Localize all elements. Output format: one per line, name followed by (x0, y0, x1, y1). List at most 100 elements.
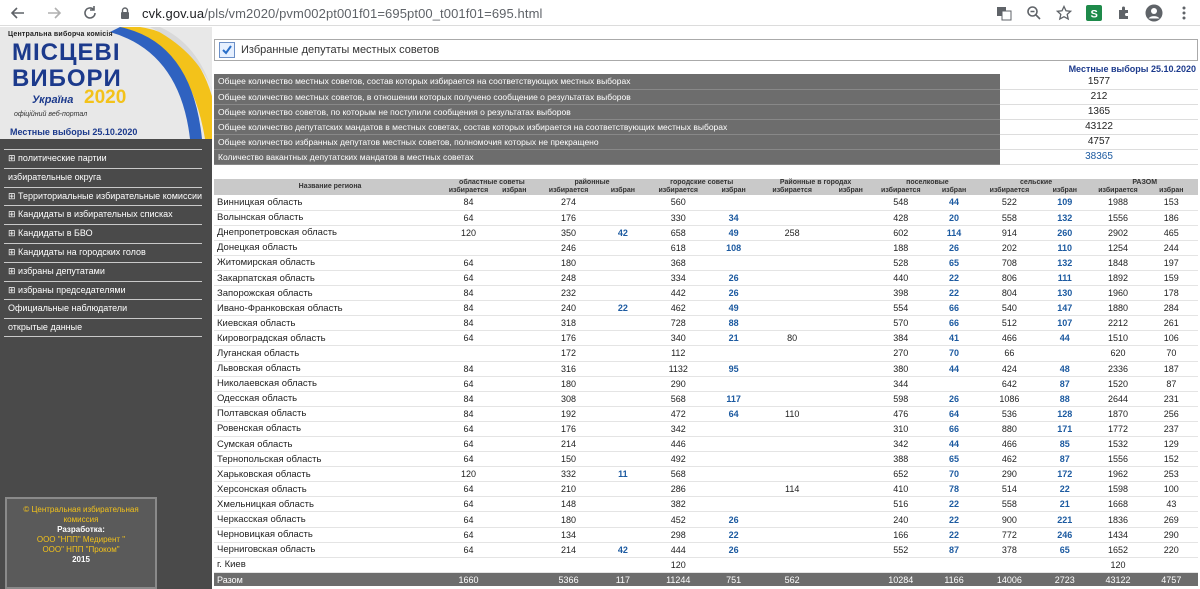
summary-row: Общее количество депутатских мандатов в … (214, 119, 1198, 135)
side-menu-item[interactable]: ⊞ избраны председателями (4, 280, 202, 300)
table-cell (710, 376, 758, 392)
extensions-puzzle-icon[interactable] (1112, 2, 1136, 24)
table-cell: 540 (980, 300, 1039, 317)
table-cell: 340 (646, 330, 711, 347)
table-cell: 22 (927, 527, 981, 543)
summary-label: Общее количество местных советов, в отно… (214, 89, 1000, 105)
total-label: Разом (214, 572, 447, 587)
table-cell (757, 285, 828, 302)
table-cell: 528 (874, 255, 928, 271)
side-menu-item[interactable]: ⊞ Территориальные избирательные комиссии (4, 186, 202, 206)
table-cell (757, 345, 828, 362)
region-name: Черниговская область (214, 542, 447, 558)
table-cell: 214 (537, 542, 600, 558)
sub-header: избирается (537, 187, 600, 195)
table-row: Львовская область 84 316 1132 95 380 44 424 48 23… (214, 361, 1198, 377)
table-cell: 598 (874, 391, 928, 407)
sub-header: избран (490, 187, 538, 195)
side-menu-item[interactable]: ⊞ избраны депутатами (4, 261, 202, 281)
side-menu-item[interactable]: ⊞ Кандидаты на городских голов (4, 242, 202, 262)
table-cell (710, 436, 758, 453)
table-cell: 64 (710, 406, 758, 422)
table-cell: 188 (874, 240, 928, 256)
table-cell (827, 345, 875, 362)
table-cell: 109 (1038, 195, 1092, 211)
table-cell: 444 (646, 542, 711, 558)
table-row: Черкасская область 64 180 452 26 240 22 900 221 1… (214, 511, 1198, 528)
zoom-icon[interactable] (1022, 2, 1046, 24)
summary-value: 1365 (1000, 104, 1198, 120)
logo-year: 2020 (84, 87, 127, 108)
table-cell: 2212 (1091, 315, 1145, 332)
table-row: Ровенская область 64 176 342 310 66 880 171 1772… (214, 421, 1198, 438)
total-row: Разом 1660 5366 117 11244 751 562 10284 1166 1400… (214, 572, 1198, 587)
table-cell: 21 (710, 330, 758, 347)
table-cell: 286 (646, 481, 711, 498)
side-menu-item[interactable]: избирательные округа (4, 167, 202, 187)
table-cell (710, 496, 758, 513)
table-cell: 1960 (1091, 285, 1145, 302)
extension-s-icon[interactable]: S (1082, 2, 1106, 24)
table-cell: 465 (1144, 225, 1198, 241)
table-cell: 64 (446, 451, 491, 468)
table-cell: 112 (646, 345, 711, 362)
table-cell (1038, 557, 1092, 573)
table-cell (757, 255, 828, 271)
table-cell: 192 (537, 406, 600, 422)
reload-icon[interactable] (78, 1, 102, 25)
table-cell (490, 361, 538, 377)
side-menu-item[interactable]: открытые данные (4, 318, 202, 337)
table-cell: 148 (537, 496, 600, 513)
side-menu-item[interactable]: ⊞ политические партии (4, 149, 202, 168)
table-row: Херсонская область 64 210 286 114 410 78 514 22 1… (214, 481, 1198, 498)
table-cell: 114 (757, 481, 828, 498)
table-cell (710, 557, 758, 573)
table-cell: 240 (537, 300, 600, 317)
table-cell: 22 (710, 527, 758, 543)
table-cell: 65 (927, 451, 981, 468)
table-cell: 64 (446, 255, 491, 271)
profile-avatar-icon[interactable] (1142, 2, 1166, 24)
table-row: Сумская область 64 214 446 342 44 466 85 1532 129 (214, 436, 1198, 453)
table-cell: 1598 (1091, 481, 1145, 498)
address-bar[interactable]: cvk.gov.ua/pls/vm2020/pvm002pt001f01=695… (118, 2, 1088, 24)
table-cell: 120 (1091, 557, 1145, 573)
table-cell: 64 (446, 527, 491, 543)
table-cell: 290 (646, 376, 711, 392)
table-cell (827, 376, 875, 392)
table-cell (874, 557, 928, 573)
table-cell (1144, 557, 1198, 573)
summary-table: Общее количество местных советов, состав… (214, 74, 1198, 165)
table-cell: 26 (710, 270, 758, 287)
side-menu-item[interactable]: ⊞ Кандидаты в избирательных списках (4, 205, 202, 224)
election-date-label: Местные выборы 25.10.2020 (1068, 64, 1196, 74)
back-icon[interactable] (6, 1, 30, 25)
bookmark-star-icon[interactable] (1052, 2, 1076, 24)
forward-icon[interactable] (42, 1, 66, 25)
table-cell: 2723 (1038, 572, 1092, 587)
region-name: Донецкая область (214, 240, 447, 256)
table-cell: 240 (874, 511, 928, 528)
table-cell (599, 270, 647, 287)
region-name: Киевская область (214, 315, 447, 332)
table-cell (599, 195, 647, 211)
table-cell: 66 (927, 300, 981, 317)
table-cell (490, 406, 538, 422)
table-cell: 20 (927, 210, 981, 226)
table-cell: 14006 (980, 572, 1039, 587)
logo-country: Україна (32, 94, 74, 106)
table-cell: 178 (1144, 285, 1198, 302)
table-cell: 728 (646, 315, 711, 332)
translate-icon[interactable] (992, 2, 1016, 24)
table-cell (757, 451, 828, 468)
table-cell: 128 (1038, 406, 1092, 422)
side-menu-item[interactable]: Официальные наблюдатели (4, 299, 202, 318)
site-logo[interactable]: Центральна виборча комісія МІСЦЕВІ ВИБОР… (0, 27, 212, 139)
table-cell: 84 (446, 391, 491, 407)
side-menu-item[interactable]: ⊞ Кандидаты в БВО (4, 224, 202, 243)
table-cell (827, 542, 875, 558)
summary-label: Общее количество местных советов, состав… (214, 74, 1000, 90)
table-cell (599, 496, 647, 513)
table-cell (490, 481, 538, 498)
browser-menu-icon[interactable] (1172, 2, 1196, 24)
